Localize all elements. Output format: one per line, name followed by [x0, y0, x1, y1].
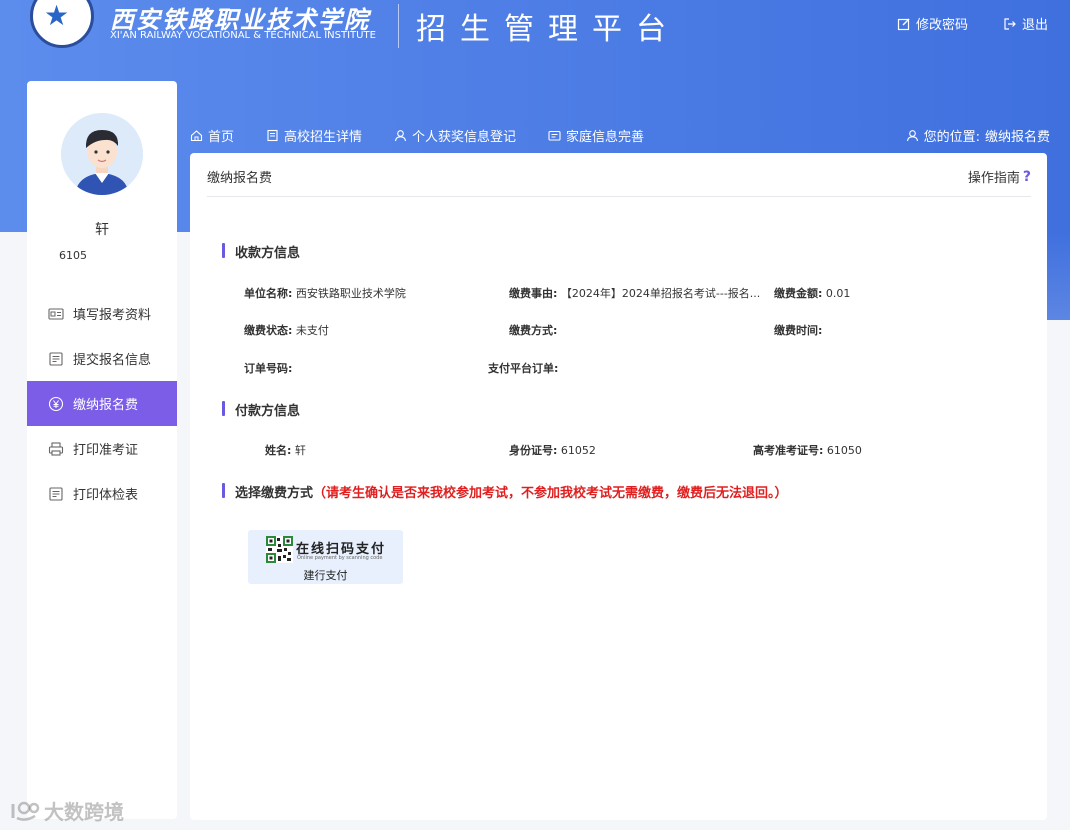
payer-section-title: 付款方信息	[222, 400, 300, 419]
sidebar-item-print-exam-form[interactable]: 打印体检表	[27, 471, 177, 516]
location-user-icon	[906, 130, 918, 142]
edit-icon	[897, 18, 910, 30]
home-icon	[190, 129, 203, 141]
breadcrumb-current: 缴纳报名费	[984, 130, 1050, 145]
sidebar-item-label: 提交报名信息	[73, 353, 152, 368]
payer-name-value: 轩	[294, 444, 306, 457]
sidebar-item-label: 打印准考证	[73, 443, 139, 458]
document-icon	[48, 486, 64, 502]
avatar	[61, 113, 143, 195]
user-name: 轩	[95, 222, 109, 238]
payee-unit: 单位名称: 西安铁路职业技术学院	[244, 287, 406, 300]
watermark-logo-icon	[11, 801, 40, 821]
logo-star-icon: ★	[44, 0, 70, 32]
logout-label: 退出	[1022, 18, 1049, 33]
yen-icon	[48, 396, 64, 412]
sidebar-item-label: 缴纳报名费	[73, 398, 139, 413]
book-icon	[267, 129, 278, 141]
user-icon	[394, 129, 407, 141]
background-edge	[1047, 232, 1070, 320]
nav-home-label: 首页	[208, 129, 235, 145]
id-card-icon	[48, 306, 64, 322]
change-password-link[interactable]: 修改密码	[897, 14, 968, 33]
sidebar-item-pay-fee[interactable]: 缴纳报名费	[27, 381, 177, 426]
printer-icon	[48, 441, 64, 457]
logout-icon	[1004, 17, 1016, 30]
payment-method-section-title: 选择缴费方式（请考生确认是否来我校参加考试，不参加我校考试无需缴费，缴费后无法退…	[222, 482, 788, 501]
payee-reason: 缴费事由: 【2024年】2024单招报名考试---报名...	[509, 287, 761, 300]
nav-award-registration-label: 个人获奖信息登记	[412, 129, 517, 145]
payer-name: 姓名: 轩	[265, 444, 306, 457]
qr-code-icon	[266, 536, 293, 563]
payee-status: 缴费状态: 未支付	[244, 324, 329, 337]
document-icon	[48, 351, 64, 367]
nav-admission-details-label: 高校招生详情	[284, 129, 363, 145]
payee-reason-value: 【2024年】2024单招报名考试---报名...	[560, 287, 761, 300]
sidebar: 轩 6105 填写报考资料 提交报名信息 缴纳报名费 打印准考证 打印体检表	[27, 81, 177, 819]
sidebar-item-label: 打印体检表	[73, 488, 139, 503]
payer-exam-number-value: 61050	[826, 444, 862, 457]
nav-award-registration[interactable]: 个人获奖信息登记	[394, 126, 516, 145]
school-logo: ★	[28, 0, 96, 54]
logout-link[interactable]: 退出	[1003, 14, 1048, 33]
card-icon	[548, 130, 561, 141]
watermark-text: 大数跨境	[44, 800, 124, 824]
payer-id-value: 61052	[560, 444, 596, 457]
nav-family-info-label: 家庭信息完善	[566, 129, 645, 145]
sidebar-item-fill-info[interactable]: 填写报考资料	[27, 291, 177, 336]
pay-button-label: 建行支付	[303, 569, 348, 582]
nav-family-info[interactable]: 家庭信息完善	[548, 126, 644, 145]
page-title: 缴纳报名费	[207, 171, 273, 186]
payee-section-title: 收款方信息	[222, 242, 300, 261]
payee-amount-value: 0.01	[825, 287, 851, 300]
main-card: 缴纳报名费 操作指南 ? 收款方信息 单位名称: 西安铁路职业技术学院 缴费事由…	[190, 153, 1047, 820]
top-nav: 首页 高校招生详情 个人获奖信息登记 家庭信息完善 您的位置: 缴纳报名费	[190, 124, 1050, 146]
payee-amount: 缴费金额: 0.01	[774, 287, 851, 300]
watermark: 大数跨境	[10, 796, 124, 825]
sidebar-item-label: 填写报考资料	[73, 308, 152, 323]
pay-button-sub-text: Online payment by scanning code	[297, 555, 383, 561]
help-icon: ?	[1022, 168, 1031, 185]
header-divider	[398, 4, 399, 48]
payee-order: 订单号码:	[244, 362, 293, 375]
user-id: 6105	[59, 249, 87, 262]
payee-unit-value: 西安铁路职业技术学院	[295, 287, 406, 300]
card-divider	[207, 196, 1031, 197]
nav-admission-details[interactable]: 高校招生详情	[266, 126, 362, 145]
platform-title: 招生管理平台	[416, 12, 680, 47]
ccb-pay-button[interactable]: 在线扫码支付 Online payment by scanning code 建…	[248, 530, 403, 584]
payee-platform-order: 支付平台订单:	[488, 362, 559, 375]
payer-id: 身份证号: 61052	[509, 444, 596, 457]
payment-warning: （请考生确认是否来我校参加考试，不参加我校考试无需缴费，缴费后无法退回。）	[313, 486, 788, 501]
payee-time: 缴费时间:	[774, 324, 823, 337]
sidebar-menu: 填写报考资料 提交报名信息 缴纳报名费 打印准考证 打印体检表	[27, 291, 177, 516]
operation-guide-link[interactable]: 操作指南 ?	[967, 167, 1031, 187]
breadcrumb-label: 您的位置:	[923, 130, 980, 145]
school-name-en: XI'AN RAILWAY VOCATIONAL & TECHNICAL INS…	[110, 30, 376, 41]
payer-exam-number: 高考准考证号: 61050	[753, 444, 862, 457]
sidebar-item-print-ticket[interactable]: 打印准考证	[27, 426, 177, 471]
operation-guide-label: 操作指南	[967, 171, 1020, 186]
breadcrumb: 您的位置: 缴纳报名费	[906, 126, 1050, 145]
payee-status-value: 未支付	[295, 324, 329, 337]
sidebar-item-submit-info[interactable]: 提交报名信息	[27, 336, 177, 381]
change-password-label: 修改密码	[916, 18, 969, 33]
nav-home[interactable]: 首页	[190, 126, 234, 145]
payee-method: 缴费方式:	[509, 324, 558, 337]
